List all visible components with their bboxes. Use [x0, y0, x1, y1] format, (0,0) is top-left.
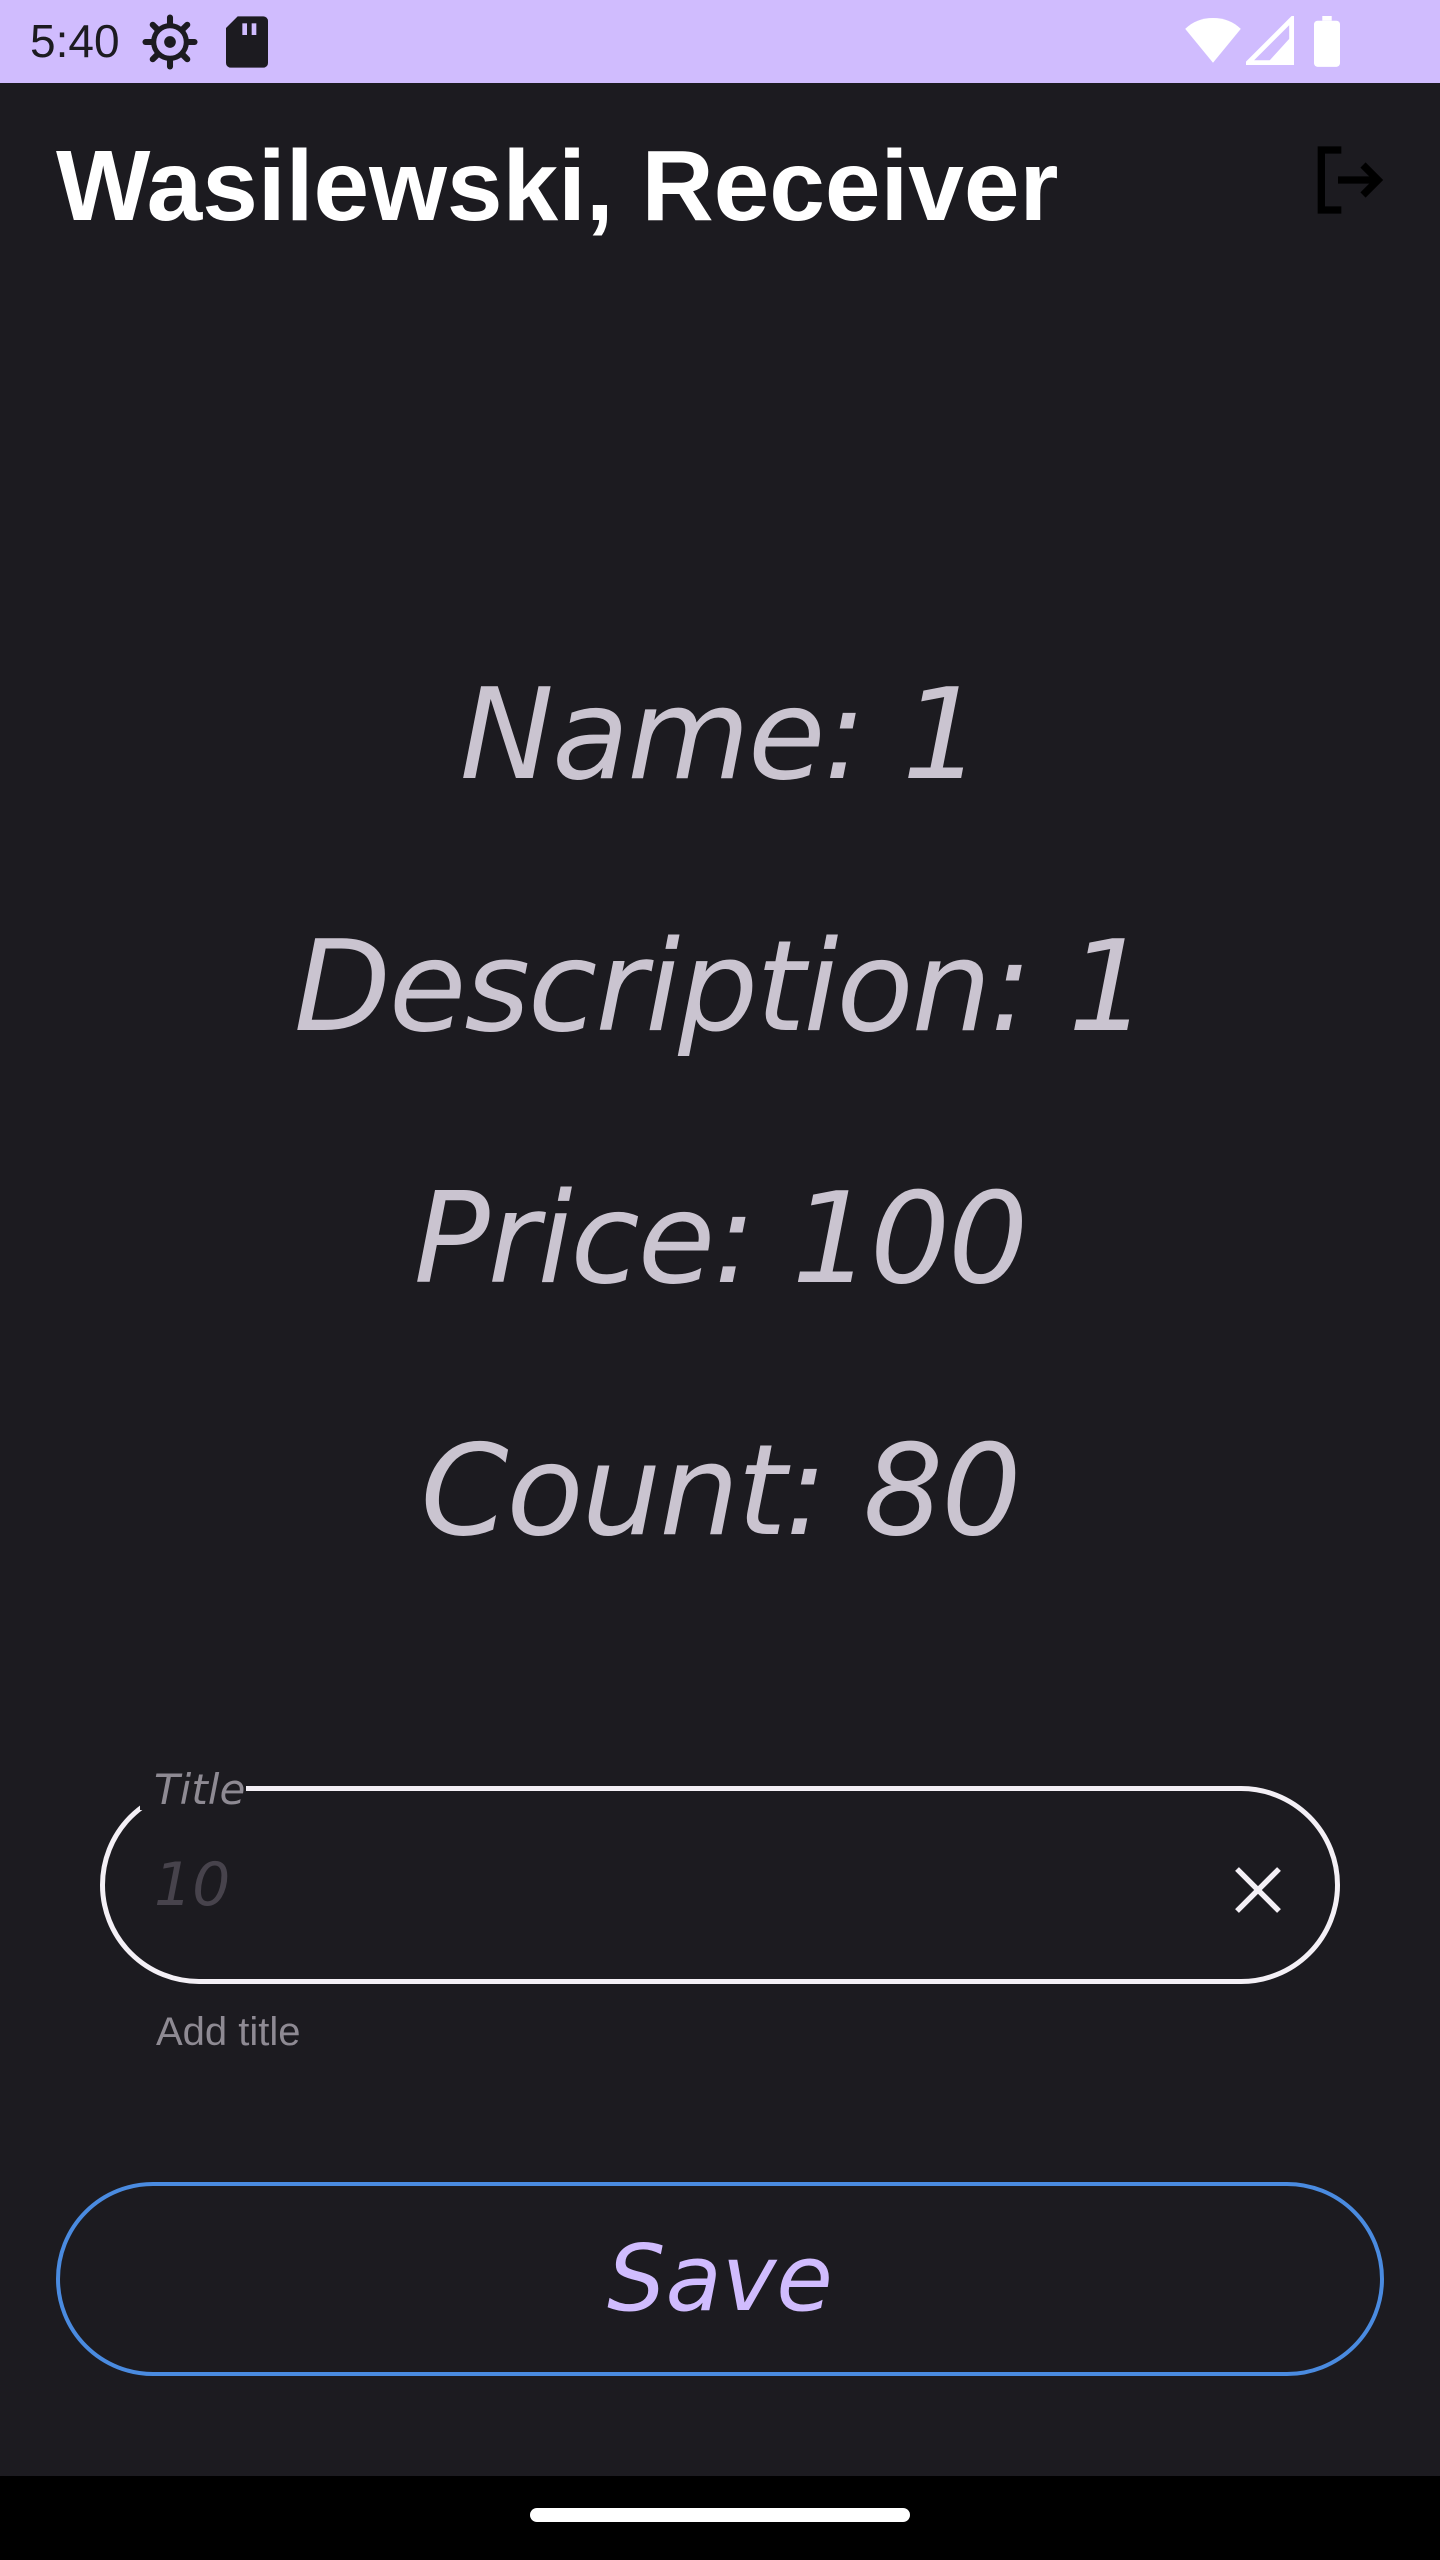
- title-field-label: Title: [154, 1765, 246, 1814]
- page-title: Wasilewski, Receiver: [56, 130, 1059, 242]
- wifi-icon: [1184, 16, 1242, 71]
- clear-text-button[interactable]: [1222, 1854, 1294, 1926]
- item-description: Description: 1: [293, 913, 1148, 1060]
- logout-button[interactable]: [1308, 140, 1388, 220]
- logout-icon: [1317, 146, 1384, 214]
- close-icon: [1235, 1867, 1281, 1913]
- item-count: Count: 80: [420, 1417, 1021, 1564]
- settings-gear-icon: [142, 14, 198, 75]
- home-gesture-handle[interactable]: [530, 2508, 910, 2522]
- save-button[interactable]: Save: [56, 2182, 1384, 2376]
- title-input[interactable]: [154, 1840, 1154, 1930]
- item-name: Name: 1: [459, 661, 982, 808]
- status-bar: 5:40: [0, 0, 1440, 83]
- signal-icon: [1242, 13, 1294, 71]
- sd-card-icon: [222, 14, 272, 75]
- battery-icon: [1312, 16, 1342, 73]
- status-time: 5:40: [30, 15, 120, 67]
- title-field-helper: Add title: [156, 2010, 301, 2054]
- item-price: Price: 100: [413, 1165, 1029, 1312]
